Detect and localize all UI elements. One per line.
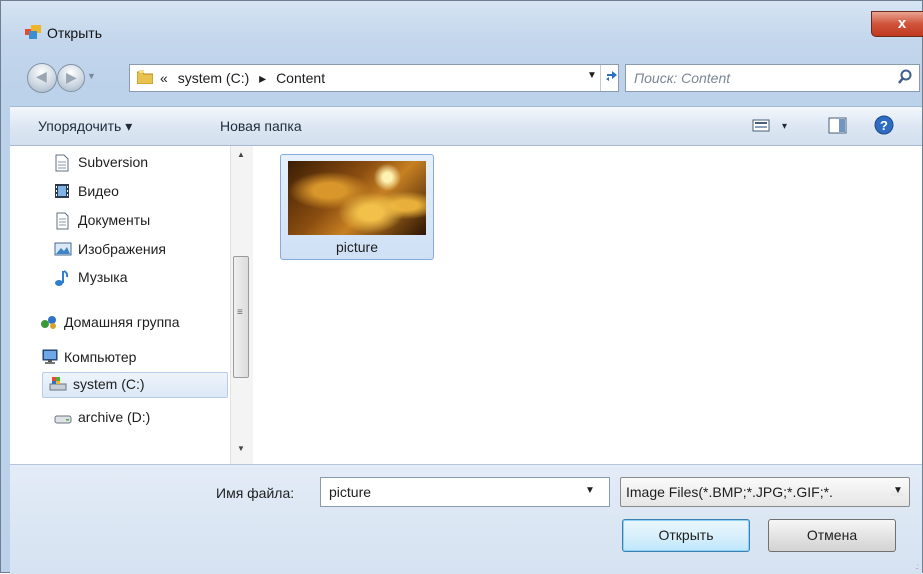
filename-label: Имя файла: [216,485,295,501]
homegroup-icon [40,314,58,330]
address-bar[interactable]: « system (C:) ▸ Content ▼ [129,64,619,92]
navigation-scrollbar[interactable]: ▲ ≡ ▼ [230,146,253,464]
file-type-select[interactable]: Image Files(*.BMP;*.JPG;*.GIF;*. ▼ [620,477,910,507]
file-name: picture [335,239,379,255]
breadcrumb-separator[interactable]: ▸ [259,70,266,86]
image-thumbnail [288,161,426,235]
close-button[interactable]: x [871,11,923,37]
scroll-down-icon[interactable]: ▼ [237,444,245,453]
documents-icon [54,212,72,230]
images-icon [54,241,72,257]
scroll-up-icon[interactable]: ▲ [237,150,245,159]
music-icon [54,269,72,286]
filename-input[interactable]: picture ▼ [320,477,610,507]
back-arrow-icon: ◀ [36,68,47,84]
sidebar-item-system-c[interactable]: system (C:) [42,372,228,398]
breadcrumb-drive[interactable]: system (C:) [178,70,250,86]
sidebar-item-label: Изображения [78,241,166,257]
computer-icon [40,349,58,365]
dialog-app-icon [25,25,41,39]
file-type-dropdown-icon[interactable]: ▼ [891,485,903,496]
sidebar-item-label: Subversion [78,154,149,170]
preview-pane-icon[interactable] [828,117,848,138]
svg-text:?: ? [880,118,888,133]
video-icon [54,183,72,199]
filename-dropdown-icon[interactable]: ▼ [585,485,595,496]
recent-locations-dropdown[interactable]: ▼ [87,71,96,81]
title-bar: Открыть x [15,11,923,51]
resize-grip-icon[interactable]: .: [916,562,920,571]
forward-arrow-icon: ▶ [66,69,77,85]
content-area: Subversion Видео Документы Изображения М… [10,146,922,464]
breadcrumb-overflow[interactable]: « [160,70,168,86]
sidebar-item-label: Музыка [78,269,128,285]
address-divider [600,65,601,91]
scrollbar-thumb[interactable]: ≡ [233,256,249,378]
new-folder-button[interactable]: Новая папка [220,118,302,134]
dialog-title: Открыть [47,25,102,41]
filename-value: picture [329,484,372,500]
sidebar-item-label: Компьютер [64,349,137,365]
file-list: picture [258,146,922,464]
drive-c-icon [49,376,67,392]
sidebar-item-computer[interactable]: Компьютер [40,346,260,372]
open-button[interactable]: Открыть [622,519,750,552]
folder-icon [136,70,154,85]
view-dropdown-icon[interactable]: ▾ [782,121,787,132]
search-placeholder: Поиск: Content [634,70,731,86]
cancel-button[interactable]: Отмена [768,519,896,552]
dialog-footer: Имя файла: picture ▼ Image Files(*.BMP;*… [10,464,922,574]
help-icon[interactable]: ? [874,115,894,138]
search-box[interactable]: Поиск: Content [625,64,920,92]
back-button[interactable]: ◀ [27,63,57,93]
sidebar-item-label: Видео [78,183,119,199]
breadcrumb: « system (C:) ▸ Content [160,70,325,87]
grip-icon: ≡ [237,307,243,318]
navigation-pane: Subversion Видео Документы Изображения М… [10,146,230,464]
sidebar-item-label: archive (D:) [78,409,151,425]
drive-d-icon [54,409,72,425]
forward-button[interactable]: ▶ [57,64,85,92]
refresh-icon[interactable] [604,68,620,87]
command-toolbar: Упорядочить ▾ Новая папка ▾ ? [10,106,922,146]
search-icon[interactable] [897,68,913,86]
sidebar-item-homegroup[interactable]: Домашняя группа [40,311,260,337]
sidebar-item-label: Домашняя группа [64,314,180,330]
organize-button[interactable]: Упорядочить ▾ [38,118,132,135]
close-icon: x [897,15,907,32]
file-type-value: Image Files(*.BMP;*.JPG;*.GIF;*. [626,484,833,500]
file-item[interactable]: picture [280,154,434,260]
breadcrumb-folder[interactable]: Content [276,70,325,86]
navigation-bar: ◀ ▶ ▼ « system (C:) ▸ Content ▼ Поиск: C… [25,61,921,93]
document-icon [54,154,72,172]
address-dropdown-icon[interactable]: ▼ [587,70,597,81]
sidebar-item-label: system (C:) [73,376,145,392]
view-options-icon[interactable] [752,117,772,136]
sidebar-item-label: Документы [78,212,151,228]
